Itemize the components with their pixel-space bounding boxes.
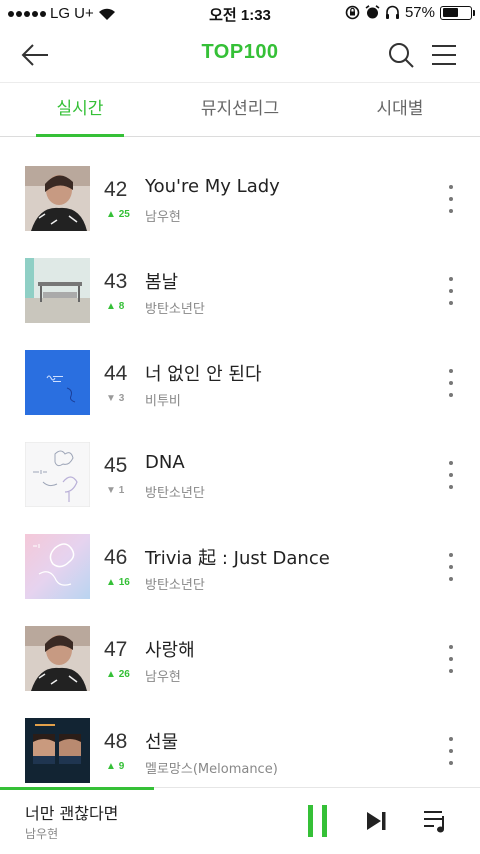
battery-fill	[442, 8, 458, 17]
rank-change-value: 26	[118, 669, 130, 680]
rank-number: 46	[104, 546, 128, 569]
artist-name[interactable]: 남우현	[145, 206, 181, 225]
song-row[interactable]: 47 ▲ 26 사랑해 남우현	[0, 614, 480, 706]
rank-change: ▲ 16	[106, 577, 130, 588]
song-row[interactable]: 43 ▲ 8 봄날 방탄소년단	[0, 246, 480, 338]
song-title[interactable]: Trivia 起 : Just Dance	[145, 544, 330, 570]
rank-number: 48	[104, 730, 128, 753]
album-cover[interactable]	[25, 626, 90, 691]
rank-change-value: 3	[118, 393, 125, 404]
song-row[interactable]: 42 ▲ 25 You're My Lady 남우현	[0, 154, 480, 246]
rotation-lock-icon	[345, 5, 360, 20]
rank-number: 45	[104, 454, 128, 477]
album-cover[interactable]	[25, 350, 90, 415]
more-vert-icon	[449, 645, 453, 649]
rank-change: ▼ 3	[106, 393, 125, 404]
album-cover[interactable]	[25, 258, 90, 323]
more-options-button[interactable]	[440, 182, 462, 216]
song-title[interactable]: 너 없인 안 된다	[145, 360, 262, 386]
skip-next-icon	[367, 812, 386, 830]
song-list[interactable]: 42 ▲ 25 You're My Lady 남우현 43 ▲ 8 봄날 방탄소…	[0, 137, 480, 787]
rank-change-value: 9	[118, 761, 125, 772]
status-right: 57%	[345, 4, 475, 21]
artist-name[interactable]: 비투비	[145, 390, 181, 409]
more-options-button[interactable]	[440, 366, 462, 400]
now-playing-artist: 남우현	[25, 827, 59, 841]
song-row-partial	[0, 137, 480, 140]
song-row[interactable]: 44 ▼ 3 너 없인 안 된다 비투비	[0, 338, 480, 430]
album-cover[interactable]	[25, 534, 90, 599]
chart-tabs: 실시간 뮤지션리그 시대별	[0, 82, 480, 137]
artist-name[interactable]: 방탄소년단	[145, 574, 205, 593]
menu-button[interactable]	[427, 38, 461, 72]
more-vert-icon	[449, 369, 453, 373]
song-row[interactable]: 48 ▲ 9 선물 멜로망스(Melomance)	[0, 706, 480, 787]
song-title[interactable]: DNA	[145, 452, 185, 473]
more-options-button[interactable]	[440, 642, 462, 676]
rank-change: ▲ 9	[106, 761, 125, 772]
tab-musician-league[interactable]: 뮤지션리그	[160, 83, 320, 136]
song-title[interactable]: You're My Lady	[145, 176, 280, 197]
tab-realtime[interactable]: 실시간	[0, 83, 160, 137]
rank-change-value: 8	[118, 301, 125, 312]
battery-percent: 57%	[404, 4, 435, 21]
playlist-icon	[424, 811, 444, 833]
top-bar: TOP100	[0, 28, 480, 82]
status-bar: LG U+ 오전 1:33 57%	[0, 0, 480, 28]
now-playing-title[interactable]: 너만 괜찮다면	[25, 800, 118, 824]
album-cover[interactable]	[25, 718, 90, 783]
next-button[interactable]	[360, 804, 392, 838]
artist-name[interactable]: 방탄소년단	[145, 298, 205, 317]
artist-name[interactable]: 방탄소년단	[145, 482, 205, 501]
rank-change-value: 16	[118, 577, 130, 588]
more-options-button[interactable]	[440, 458, 462, 492]
more-options-button[interactable]	[440, 550, 462, 584]
song-row[interactable]: 46 ▲ 16 Trivia 起 : Just Dance 방탄소년단	[0, 522, 480, 614]
playlist-button[interactable]	[420, 804, 452, 838]
rank-number: 42	[104, 178, 128, 201]
song-title[interactable]: 선물	[145, 728, 178, 754]
battery-icon	[440, 5, 475, 20]
pause-icon	[308, 805, 327, 837]
tab-by-era[interactable]: 시대별	[320, 83, 480, 136]
more-vert-icon	[449, 461, 453, 465]
rank-change-value: 25	[118, 209, 130, 220]
rank-change: ▲ 25	[106, 209, 130, 220]
album-cover[interactable]	[25, 166, 90, 231]
more-vert-icon	[449, 277, 453, 281]
mini-player[interactable]: 너만 괜찮다면 남우현	[0, 787, 480, 854]
rank-change: ▼ 1	[106, 485, 125, 496]
rank-change-value: 1	[118, 485, 125, 496]
rank-number: 43	[104, 270, 128, 293]
song-title[interactable]: 사랑해	[145, 636, 195, 662]
hamburger-icon	[432, 45, 456, 65]
album-cover[interactable]	[25, 442, 90, 507]
alarm-icon	[365, 5, 380, 19]
song-title[interactable]: 봄날	[145, 268, 178, 294]
rank-change: ▲ 26	[106, 669, 130, 680]
rank-change: ▲ 8	[106, 301, 125, 312]
search-icon	[389, 43, 414, 68]
rank-number: 47	[104, 638, 128, 661]
rank-number: 44	[104, 362, 128, 385]
artist-name[interactable]: 남우현	[145, 666, 181, 685]
more-options-button[interactable]	[440, 734, 462, 768]
song-row[interactable]: 45 ▼ 1 DNA 방탄소년단	[0, 430, 480, 522]
playback-progress[interactable]	[0, 787, 154, 790]
search-button[interactable]	[384, 38, 418, 72]
more-options-button[interactable]	[440, 274, 462, 308]
more-vert-icon	[449, 737, 453, 741]
artist-name[interactable]: 멜로망스(Melomance)	[145, 758, 278, 777]
more-vert-icon	[449, 553, 453, 557]
pause-button[interactable]	[302, 804, 334, 838]
more-vert-icon	[449, 185, 453, 189]
headphones-icon	[385, 5, 399, 19]
